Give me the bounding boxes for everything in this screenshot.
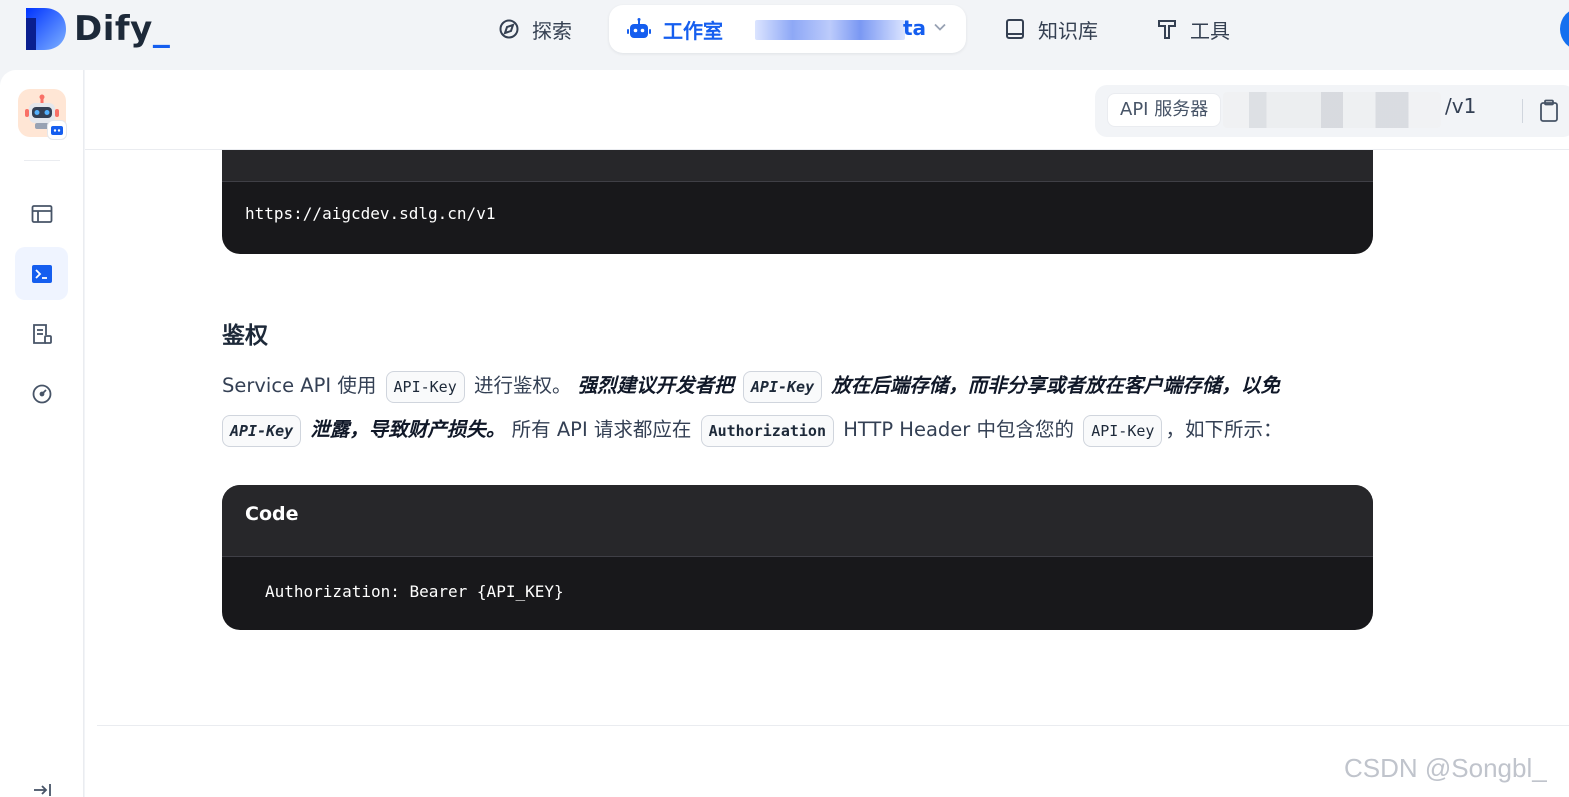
api-server-box: API 服务器 /v1 bbox=[1095, 85, 1569, 137]
workspace-name-suffix: ta bbox=[903, 16, 927, 40]
nav-explore[interactable]: 探索 bbox=[498, 5, 572, 53]
nav-explore-label: 探索 bbox=[532, 18, 572, 43]
code-block-title: Code bbox=[222, 485, 1373, 557]
auth-header-code-block: Code Authorization: Bearer {API_KEY} bbox=[222, 485, 1373, 630]
auth-text: Service API 使用 bbox=[222, 374, 377, 397]
sidebar-item-overview[interactable] bbox=[15, 187, 68, 240]
auth-header-code: Authorization: Bearer {API_KEY} bbox=[265, 582, 564, 601]
nav-studio[interactable]: 工作室 ta bbox=[609, 5, 966, 53]
inline-code-authorization: Authorization bbox=[700, 414, 834, 447]
auth-text: 所有 API 请求都应在 bbox=[511, 418, 692, 441]
document-list-icon bbox=[32, 323, 52, 344]
collapse-sidebar-icon[interactable] bbox=[32, 782, 52, 797]
auth-warning-text: 泄露，导致财产损失。 bbox=[310, 418, 506, 441]
sidebar-item-logs[interactable] bbox=[15, 307, 68, 360]
api-server-label: API 服务器 bbox=[1107, 93, 1222, 127]
book-icon bbox=[1006, 19, 1024, 39]
nav-knowledge-label: 知识库 bbox=[1038, 18, 1098, 43]
auth-text: 进行鉴权。 bbox=[473, 374, 572, 397]
workspace-name-redacted bbox=[755, 20, 905, 40]
nav-tools[interactable]: 工具 bbox=[1156, 5, 1230, 53]
auth-line-1: Service API 使用 API-Key 进行鉴权。 强烈建议开发者把 AP… bbox=[222, 364, 1382, 408]
auth-line-2: API-Key 泄露，导致财产损失。 所有 API 请求都应在 Authoriz… bbox=[222, 408, 1382, 452]
top-nav-bar: Dify_ 探索 工作室 ta 知识库 工具 bbox=[0, 0, 1569, 70]
main-nav: 探索 工作室 ta 知识库 工具 bbox=[0, 5, 1569, 53]
nav-tools-label: 工具 bbox=[1190, 18, 1230, 43]
auth-text: ，如下所示： bbox=[1165, 418, 1283, 441]
api-server-url-redacted bbox=[1223, 92, 1441, 128]
robot-icon bbox=[627, 18, 651, 38]
app-type-badge bbox=[47, 120, 67, 140]
nav-studio-label: 工作室 bbox=[663, 18, 723, 43]
sidebar-item-monitoring[interactable] bbox=[15, 367, 68, 420]
auth-description: Service API 使用 API-Key 进行鉴权。 强烈建议开发者把 AP… bbox=[222, 364, 1382, 452]
auth-text: HTTP Header 中包含您的 bbox=[843, 418, 1075, 441]
sidebar-item-api-access[interactable] bbox=[15, 247, 68, 300]
nav-knowledge[interactable]: 知识库 bbox=[1004, 5, 1098, 53]
api-server-divider bbox=[1522, 99, 1523, 123]
compass-icon bbox=[499, 19, 519, 39]
chevron-down-icon[interactable] bbox=[934, 23, 946, 31]
terminal-icon bbox=[31, 264, 52, 283]
sidebar-divider bbox=[24, 160, 60, 161]
inline-code-api-key: API-Key bbox=[222, 414, 302, 447]
copy-icon[interactable] bbox=[1539, 99, 1559, 123]
auth-warning-text: 强烈建议开发者把 bbox=[577, 374, 734, 397]
api-docs-panel: API 服务器 /v1 https://aigcdev.sdlg.cn/v1 鉴… bbox=[85, 70, 1569, 797]
section-divider bbox=[97, 725, 1569, 726]
csdn-watermark: CSDN @Songbl_ bbox=[1344, 753, 1547, 783]
inline-code-api-key: API-Key bbox=[385, 370, 465, 403]
api-server-url-suffix: /v1 bbox=[1445, 94, 1477, 118]
app-sidebar bbox=[0, 70, 84, 797]
inline-code-api-key: API-Key bbox=[1083, 414, 1163, 447]
base-url-code: https://aigcdev.sdlg.cn/v1 bbox=[245, 204, 496, 223]
window-icon bbox=[31, 204, 52, 223]
gauge-icon bbox=[32, 384, 51, 403]
auth-section-title: 鉴权 bbox=[222, 323, 268, 349]
agent-badge-icon bbox=[51, 126, 63, 135]
auth-warning-text: 放在后端存储，而非分享或者放在客户端存储，以免 bbox=[831, 374, 1280, 397]
app-avatar[interactable] bbox=[18, 89, 67, 140]
hammer-icon bbox=[1158, 20, 1176, 39]
panel-header: API 服务器 /v1 bbox=[85, 70, 1569, 150]
inline-code-api-key: API-Key bbox=[742, 370, 823, 403]
